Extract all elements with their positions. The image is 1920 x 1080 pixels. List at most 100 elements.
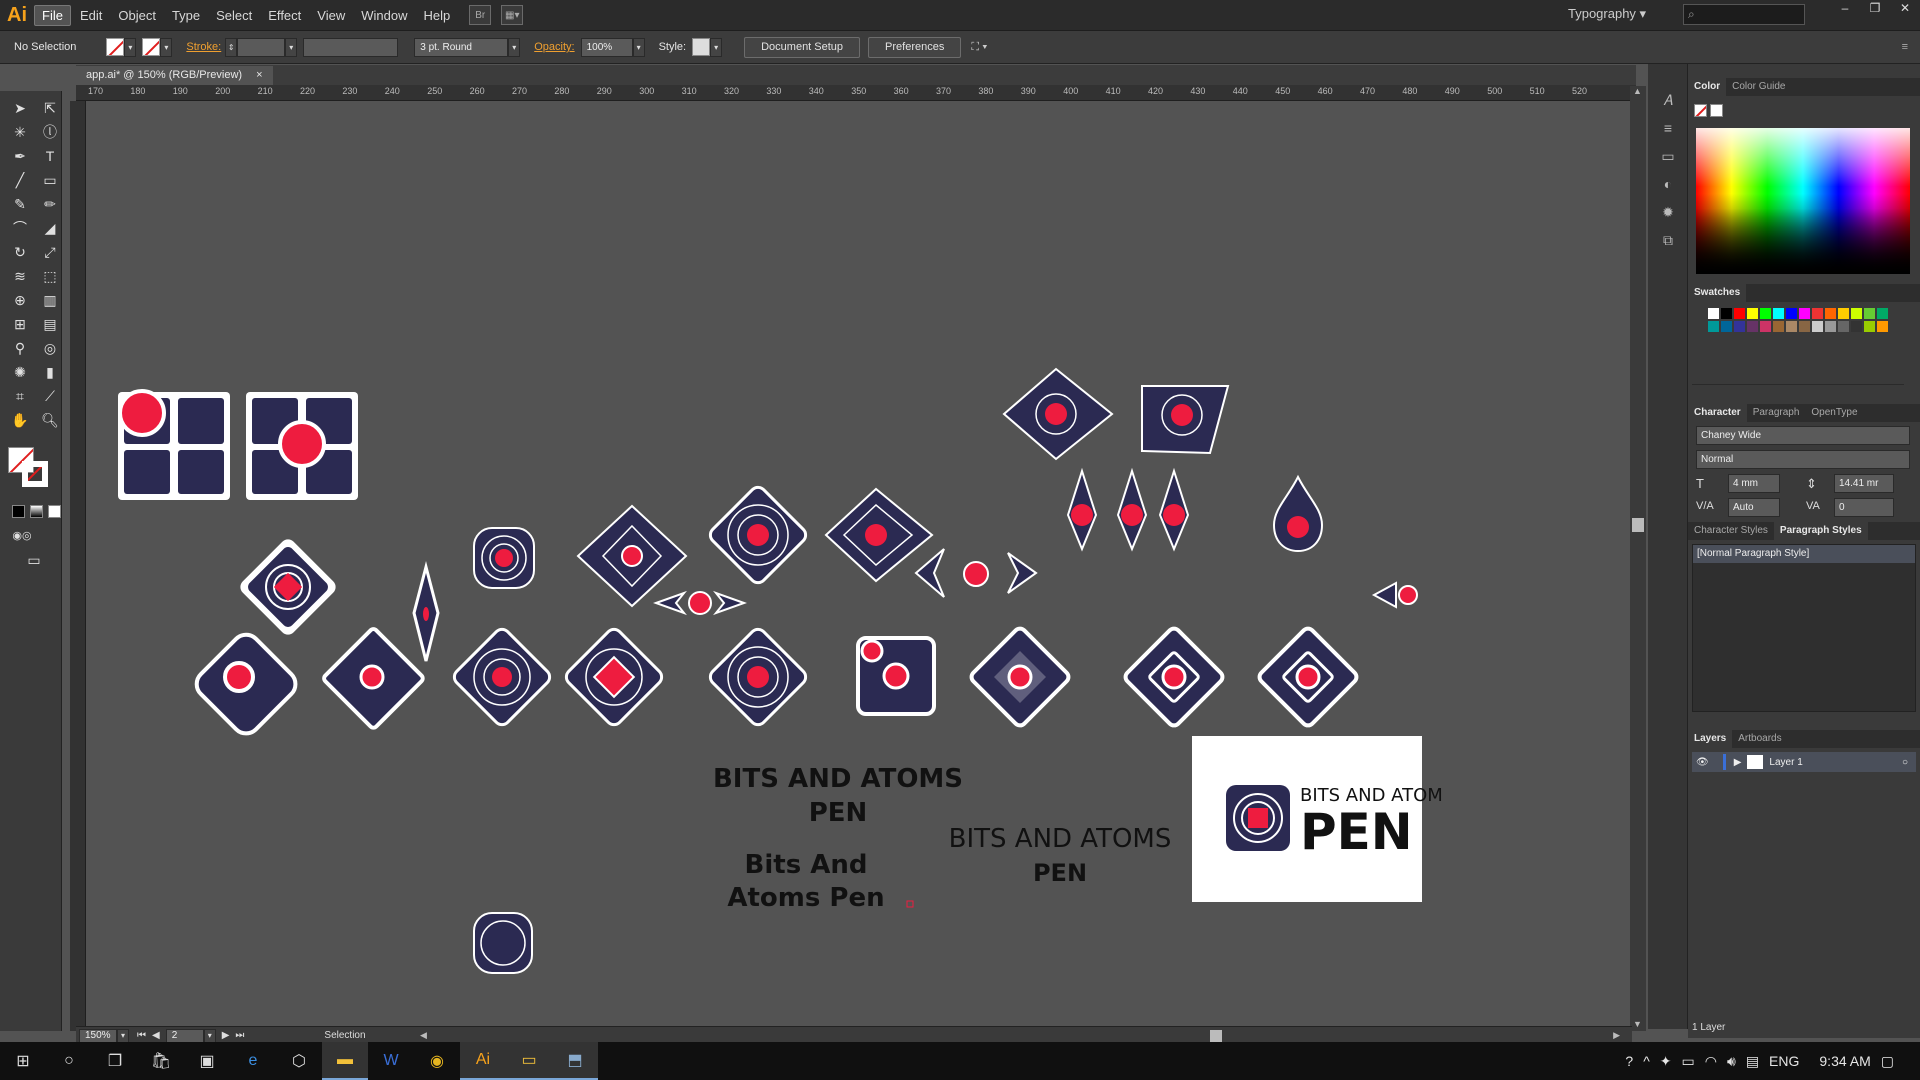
graphic-style-swatch[interactable]	[692, 38, 711, 56]
stroke-swatch[interactable]	[142, 38, 161, 56]
block-icon-2[interactable]	[246, 392, 358, 500]
rose-circle-icon[interactable]	[473, 527, 535, 589]
app-icon-1[interactable]: ▣	[184, 1042, 230, 1080]
stroke-weight-dropdown[interactable]: ▾	[285, 37, 298, 57]
scroll-up-icon[interactable]: ▲	[1633, 86, 1642, 96]
graph-tool-icon[interactable]: ▮	[38, 361, 62, 383]
appearance-panel-icon[interactable]: ✹	[1658, 204, 1678, 224]
direct-selection-tool-icon[interactable]: ⇱	[38, 97, 62, 119]
slice-tool-icon[interactable]: ⟋	[38, 385, 62, 407]
file-explorer-icon[interactable]: ▬	[322, 1042, 368, 1080]
variable-width-profile[interactable]	[303, 37, 399, 57]
screen-mode-icon[interactable]: ▭	[22, 549, 46, 571]
opacity-dropdown[interactable]: ▾	[632, 37, 645, 57]
show-hidden-icons[interactable]: ^	[1643, 1053, 1650, 1069]
clock[interactable]: 9:34 AM	[1819, 1053, 1870, 1069]
swatch[interactable]	[1838, 308, 1849, 319]
fill-swatch[interactable]	[106, 38, 125, 56]
vertical-ruler[interactable]	[70, 101, 86, 1031]
swatch[interactable]	[1747, 321, 1758, 332]
feather-icon-1[interactable]	[824, 487, 934, 583]
partial-arrow-icon[interactable]	[1371, 581, 1418, 609]
scroll-down-icon[interactable]: ▼	[1633, 1019, 1642, 1029]
layer-target-icon[interactable]: ○	[1902, 757, 1908, 768]
vertical-scrollbar[interactable]: ▲ ▼	[1630, 86, 1646, 1031]
blend-tool-icon[interactable]: ◎	[38, 337, 62, 359]
menu-select[interactable]: Select	[209, 6, 259, 25]
stroke-weight-field[interactable]	[237, 37, 286, 57]
diamond-dot-icon-1[interactable]	[191, 629, 301, 739]
symbols-panel-icon[interactable]: ⧉	[1658, 232, 1678, 252]
swatch[interactable]	[1864, 308, 1875, 319]
arrow-pair-icon-2[interactable]	[914, 548, 1038, 598]
symbol-sprayer-tool-icon[interactable]: ✺	[8, 361, 32, 383]
character-panel-icon[interactable]: 𝐴	[1658, 92, 1678, 112]
diamond-rose-icon-5[interactable]	[707, 626, 809, 728]
title2-line2[interactable]: Atoms Pen	[727, 883, 884, 913]
swatch[interactable]	[1721, 321, 1732, 332]
scale-tool-icon[interactable]: ⤢	[38, 241, 62, 263]
opacity-label[interactable]: Opacity:	[534, 41, 574, 53]
tab-paragraph[interactable]: Paragraph	[1747, 404, 1806, 422]
horizontal-scrollbar[interactable]: ◀ ▶	[420, 1030, 1620, 1042]
diamond-nested-icon-1[interactable]	[1123, 626, 1225, 728]
swatch[interactable]	[1760, 308, 1771, 319]
preferences-button[interactable]: Preferences	[868, 36, 962, 58]
notifications-icon[interactable]: ▢	[1881, 1053, 1894, 1070]
kerning-field[interactable]: Auto	[1728, 498, 1780, 517]
menu-edit[interactable]: Edit	[73, 6, 109, 25]
diamond-rose-icon-2[interactable]	[707, 484, 809, 586]
swatch[interactable]	[1760, 321, 1771, 332]
text-overflow-marker[interactable]	[906, 900, 914, 908]
title2-line1[interactable]: Bits And	[745, 850, 868, 880]
scroll-right-icon[interactable]: ▶	[1613, 1030, 1620, 1041]
title3-line1[interactable]: BITS AND ATOMS	[949, 824, 1172, 854]
wifi-icon[interactable]: ◠	[1705, 1053, 1717, 1070]
minimize-button[interactable]: –	[1830, 0, 1860, 18]
task-view-icon[interactable]: ❐	[92, 1042, 138, 1080]
title3-line2[interactable]: PEN	[1033, 859, 1087, 887]
free-transform-tool-icon[interactable]: ⬚	[38, 265, 62, 287]
arrange-icon[interactable]: ⛶ ▾	[971, 41, 987, 54]
action-center-icon[interactable]: ▤	[1746, 1053, 1759, 1070]
swatch[interactable]	[1812, 308, 1823, 319]
diamond-rose-icon-3[interactable]	[451, 626, 553, 728]
swatch[interactable]	[1799, 321, 1810, 332]
spike-icon[interactable]	[412, 561, 440, 662]
arrange-documents-icon[interactable]: ▦▾	[501, 5, 524, 25]
edge-icon[interactable]: e	[230, 1042, 276, 1080]
draw-mode-icon[interactable]: ◉◎	[10, 525, 34, 547]
swatch[interactable]	[1773, 308, 1784, 319]
chrome-icon[interactable]: ◉	[414, 1042, 460, 1080]
swatch[interactable]	[1721, 308, 1732, 319]
swatch[interactable]	[1799, 308, 1810, 319]
horizontal-scroll-thumb[interactable]	[1210, 1030, 1222, 1042]
zoom-tool-icon[interactable]: 🔍︎	[38, 409, 62, 431]
last-artboard-icon[interactable]: ⏭	[235, 1030, 244, 1041]
stroke-color-box[interactable]	[22, 461, 48, 487]
paragraph-panel-icon[interactable]: ≡	[1658, 120, 1678, 140]
gradient-mode-icon[interactable]	[30, 505, 43, 518]
color-mode-icon[interactable]	[12, 505, 25, 518]
title1-line1[interactable]: BITS AND ATOMS	[713, 764, 963, 794]
title1-line2[interactable]: PEN	[809, 798, 868, 828]
width-tool-icon[interactable]: ≋	[8, 265, 32, 287]
prev-artboard-icon[interactable]: ◀	[152, 1030, 160, 1041]
gradient-tool-icon[interactable]: ▤	[38, 313, 62, 335]
tab-layers[interactable]: Layers	[1688, 730, 1733, 748]
diamond-rose-icon-4[interactable]	[563, 626, 665, 728]
blob-brush-tool-icon[interactable]: ⌒	[8, 217, 32, 239]
layer-name[interactable]: Layer 1	[1769, 757, 1802, 768]
zoom-dropdown[interactable]: ▾	[117, 1028, 129, 1043]
next-artboard-icon[interactable]: ▶	[222, 1030, 230, 1041]
illustrator-taskbar-icon[interactable]: Ai	[460, 1042, 506, 1080]
swirl-icon[interactable]	[1141, 385, 1230, 455]
swatch[interactable]	[1812, 321, 1823, 332]
star-diamond-icon[interactable]	[576, 504, 688, 608]
app-icon-3[interactable]: ⬒	[552, 1042, 598, 1080]
tab-character-styles[interactable]: Character Styles	[1688, 522, 1774, 540]
app-icon-2[interactable]: ⬡	[276, 1042, 322, 1080]
bridge-icon[interactable]: Br	[469, 5, 492, 25]
stroke-color-dropdown[interactable]: ▾	[160, 37, 173, 57]
perspective-grid-tool-icon[interactable]: ▥	[38, 289, 62, 311]
